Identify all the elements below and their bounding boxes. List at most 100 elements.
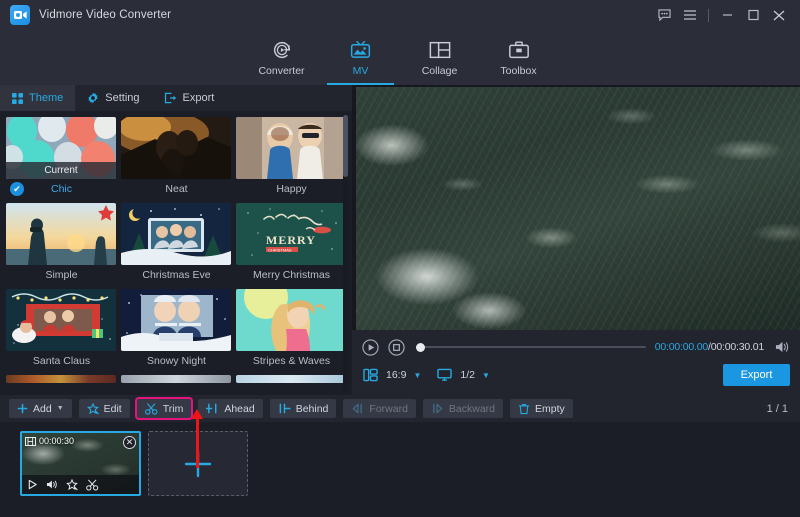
theme-thumbnail [121,117,231,179]
theme-caption: Santa Claus [6,351,117,371]
tab-export[interactable]: Export [152,85,227,111]
theme-item-partial[interactable] [236,375,347,383]
theme-scrollbar-thumb[interactable] [343,115,348,177]
theme-item-santa-claus[interactable]: Santa Claus [6,289,117,371]
behind-icon [278,403,291,414]
menu-icon[interactable] [677,2,703,28]
theme-item-simple[interactable]: Simple [6,203,117,285]
window-controls [651,0,792,30]
aspect-ratio-value: 16:9 [386,369,406,381]
video-surface[interactable] [356,87,800,330]
theme-caption: Simple [6,265,117,285]
theme-item-chic[interactable]: Current ✔ Chic [6,117,117,199]
theme-thumbnail [236,375,346,383]
trim-label: Trim [163,403,184,415]
page-indicator: 1 / 1 [767,403,788,415]
chevron-down-icon[interactable]: ▼ [413,371,421,380]
tab-label-theme: Theme [29,92,63,104]
theme-caption: Snowy Night [121,351,232,371]
nav-item-mv[interactable]: MV [321,30,400,85]
nav-item-collage[interactable]: Collage [400,30,479,85]
theme-label: Simple [45,269,77,281]
ahead-icon [206,403,219,414]
chevron-down-icon[interactable]: ▼ [482,371,490,380]
edit-button[interactable]: Edit [79,399,130,418]
theme-label: Santa Claus [33,355,90,367]
nav-item-converter[interactable]: Converter [242,30,321,85]
theme-item-neat[interactable]: Neat [121,117,232,199]
empty-label: Empty [535,403,565,415]
play-icon[interactable] [362,339,379,356]
minimize-icon[interactable] [714,2,740,28]
nav-item-toolbox[interactable]: Toolbox [479,30,558,85]
annotation-arrow [196,418,199,468]
theme-scrollbar[interactable] [343,115,348,391]
theme-item-partial[interactable] [121,375,232,383]
add-button[interactable]: Add ▼ [9,399,72,418]
theme-thumbnail: MERRY CHRISTMAS [236,203,346,265]
behind-label: Behind [296,403,329,415]
nav-label-mv: MV [353,65,369,77]
theme-item-merry-christmas[interactable]: MERRY CHRISTMAS Merry Christmas [236,203,347,285]
tab-theme[interactable]: Theme [0,85,75,111]
check-icon: ✔ [10,182,24,196]
maximize-icon[interactable] [740,2,766,28]
theme-caption: Neat [121,179,232,199]
theme-thumbnail: Current [6,117,116,179]
backward-icon [431,403,444,414]
app-window: Vidmore Video Converter [0,0,800,517]
theme-grid: Current ✔ Chic [6,117,352,387]
theme-label: Christmas Eve [142,269,210,281]
theme-caption: Happy [236,179,347,199]
player-controls: 00:00:00.00/00:00:30.01 16:9 ▼ 1/2 ▼ Exp… [352,330,800,395]
theme-item-stripes-waves[interactable]: Stripes & Waves [236,289,347,371]
theme-thumbnail [6,203,116,265]
play-icon[interactable] [27,479,38,490]
tab-setting[interactable]: Setting [75,85,151,111]
main-navigation: Converter MV Collage Toolbox [0,30,800,85]
theme-item-snowy-night[interactable]: Snowy Night [121,289,232,371]
theme-item-partial[interactable] [6,375,117,383]
timeline-clip[interactable]: 00:00:30 ✕ [20,431,141,496]
theme-label: Neat [165,183,187,195]
theme-current-badge: Current [6,162,116,179]
tab-label-setting: Setting [105,92,139,104]
volume-icon[interactable] [773,339,790,356]
scissors-icon[interactable] [86,479,99,491]
close-icon[interactable] [766,2,792,28]
theme-caption: Christmas Eve [121,265,232,285]
feedback-icon[interactable] [651,2,677,28]
aspect-ratio-icon[interactable] [362,367,379,384]
backward-button[interactable]: Backward [423,399,503,418]
clip-duration-text: 00:00:30 [39,436,74,446]
theme-item-happy[interactable]: Happy [236,117,347,199]
theme-panel: Theme Setting Export [0,85,352,395]
export-button[interactable]: Export [723,364,790,386]
theme-item-christmas-eve[interactable]: Christmas Eve [121,203,232,285]
trash-icon [518,403,530,415]
stop-icon[interactable] [388,339,405,356]
forward-icon [351,403,364,414]
effect-icon[interactable] [66,479,78,491]
theme-grid-scroll[interactable]: Current ✔ Chic [0,111,352,395]
video-preview-panel: 00:00:00.00/00:00:30.01 16:9 ▼ 1/2 ▼ Exp… [352,85,800,395]
theme-label: Stripes & Waves [253,355,330,367]
current-time: 00:00:00.00 [655,341,708,353]
add-label: Add [33,403,52,415]
theme-label: Chic [51,183,72,195]
mv-icon [349,38,372,62]
forward-button[interactable]: Forward [343,399,416,418]
seek-slider[interactable] [416,340,646,354]
trim-button[interactable]: Trim [137,399,192,418]
ahead-button[interactable]: Ahead [198,399,262,418]
behind-button[interactable]: Behind [270,399,337,418]
chevron-down-icon[interactable]: ▼ [57,405,64,412]
clip-actions [22,475,139,494]
svg-text:MERRY: MERRY [266,233,316,247]
close-icon[interactable]: ✕ [123,436,136,449]
screen-icon[interactable] [436,367,453,384]
volume-icon[interactable] [46,479,58,490]
empty-button[interactable]: Empty [510,399,573,418]
nav-label-collage: Collage [422,65,458,77]
seek-handle[interactable] [416,343,425,352]
